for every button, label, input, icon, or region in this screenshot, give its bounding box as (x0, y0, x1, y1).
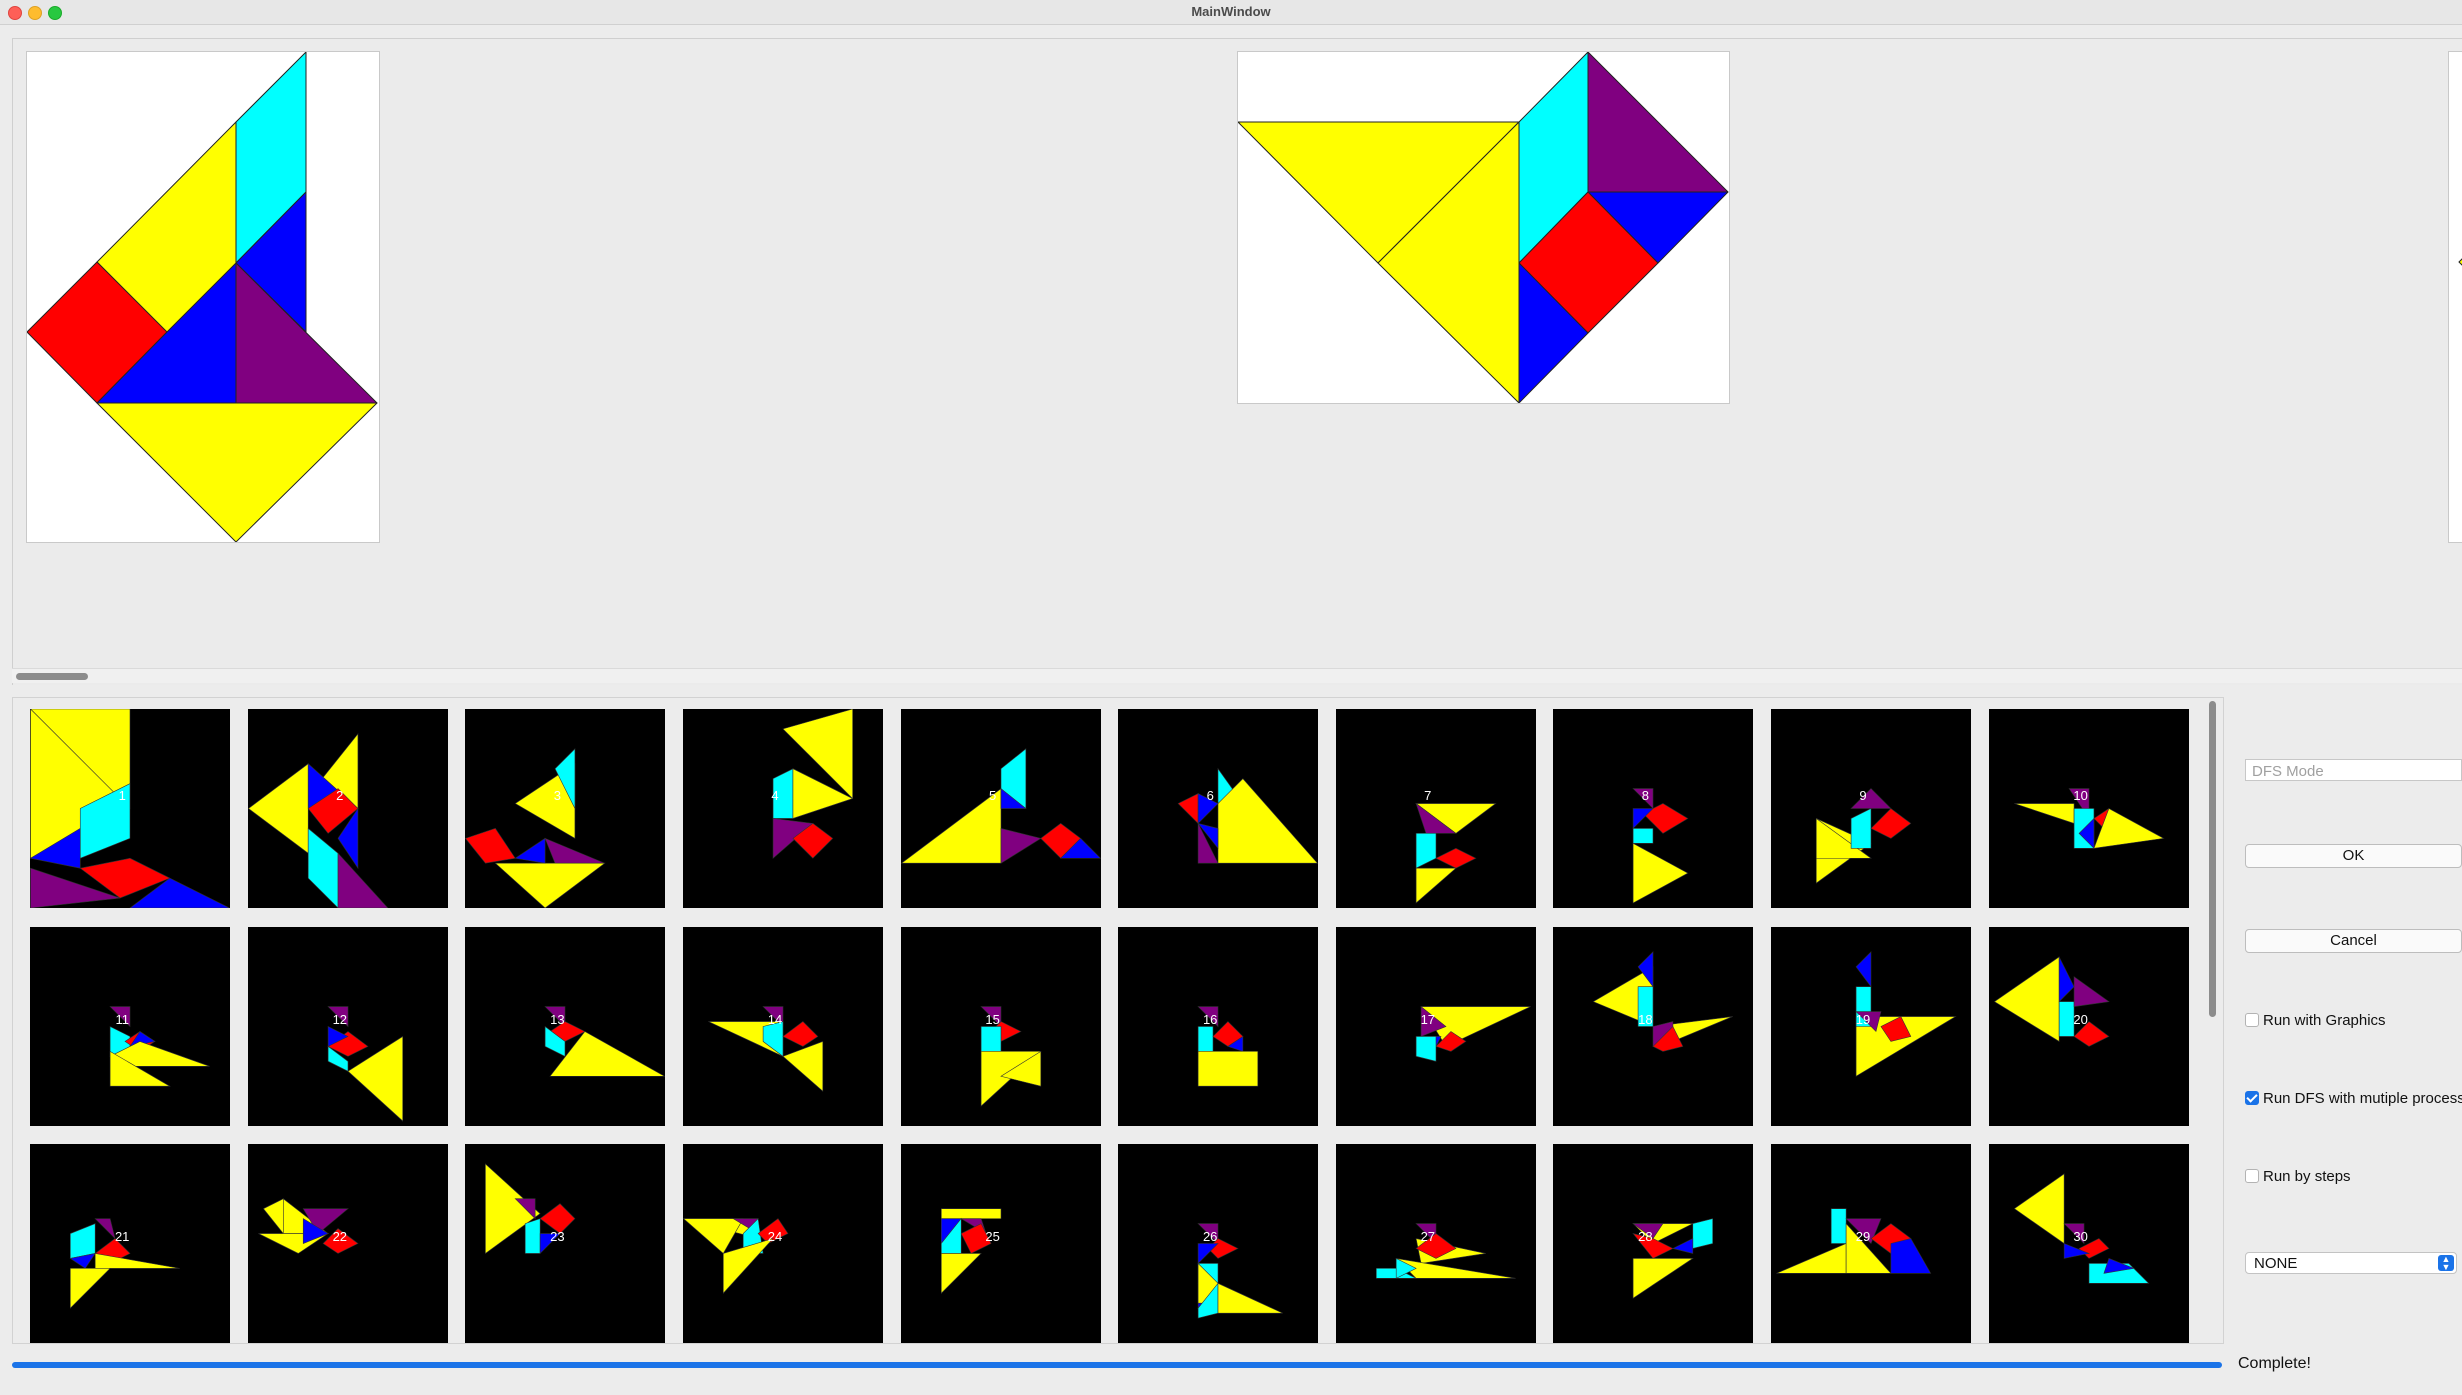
solution-tile[interactable]: 2 (247, 709, 448, 909)
solution-tile[interactable]: 8 (1553, 709, 1754, 909)
solution-tile[interactable]: 27 (1335, 1144, 1536, 1343)
solution-preview-area (12, 38, 2462, 685)
tangram-shape (1415, 802, 1497, 904)
tile-number: 21 (114, 1229, 130, 1245)
solution-tile[interactable]: 11 (30, 926, 231, 1126)
tile-number: 9 (1859, 788, 1867, 804)
tile-number: 8 (1641, 788, 1649, 804)
checkbox-box[interactable] (2245, 1091, 2259, 1105)
solution-tile[interactable]: 30 (1988, 1144, 2189, 1343)
solution-tile[interactable]: 19 (1771, 926, 1971, 1126)
tangram-preview-2 (1237, 51, 1730, 404)
tile-number: 25 (985, 1229, 1000, 1245)
solution-tile[interactable]: 4 (683, 709, 883, 909)
tile-number: 20 (2073, 1011, 2088, 1027)
window-title: MainWindow (1191, 4, 1271, 19)
solution-tile[interactable]: 1 (30, 709, 231, 909)
solution-tile[interactable]: 22 (247, 1144, 448, 1343)
title-bar: MainWindow (0, 0, 2462, 25)
tile-number: 4 (771, 788, 779, 804)
tile-number: 22 (332, 1229, 348, 1245)
tile-number: 28 (1638, 1229, 1653, 1245)
solution-tile[interactable]: 16 (1118, 926, 1319, 1126)
solution-tile[interactable]: 9 (1771, 709, 1971, 909)
tangram-shape (772, 709, 854, 860)
solution-tile[interactable]: 25 (900, 1144, 1101, 1343)
solution-tile[interactable]: 26 (1118, 1144, 1319, 1343)
solution-tile[interactable]: 20 (1988, 926, 2189, 1126)
run-by-steps-checkbox[interactable]: Run by steps (2245, 1168, 2351, 1185)
solutions-grid: 1 2 3 4 5 6 7 8 9 10 11 12 13 14 15 16 17 18 19 20 21 22 23 24 2… (12, 697, 2224, 1344)
tile-number: 5 (988, 788, 997, 804)
tile-number: 11 (115, 1011, 129, 1027)
tangram-shape (2013, 788, 2165, 850)
tangram-shape (1177, 767, 1319, 864)
tile-number: 17 (1420, 1011, 1436, 1027)
chevron-updown-icon: ▲ ▼ (2438, 1255, 2454, 1272)
tile-number: 2 (336, 788, 344, 804)
tile-number: 18 (1638, 1011, 1653, 1027)
tangram-shape (1632, 788, 1689, 904)
solution-tile[interactable]: 24 (683, 1144, 883, 1343)
dfs-mode-input[interactable]: DFS Mode (2245, 759, 2462, 781)
tile-number: 26 (1202, 1229, 1218, 1245)
status-text: Complete! (2238, 1355, 2311, 1372)
run-by-steps-label: Run by steps (2263, 1168, 2351, 1185)
tile-number: 13 (550, 1011, 565, 1027)
ok-button[interactable]: OK (2245, 844, 2462, 868)
tile-number: 3 (553, 788, 561, 804)
solution-tile[interactable]: 10 (1988, 709, 2189, 909)
tile-number: 14 (767, 1011, 783, 1027)
solution-tile[interactable]: 3 (465, 709, 666, 909)
tile-number: 29 (1855, 1229, 1871, 1245)
tile-number: 16 (1202, 1011, 1218, 1027)
solution-tile[interactable]: 23 (465, 1144, 666, 1343)
run-dfs-label: Run DFS with mutiple process (2263, 1090, 2462, 1107)
tile-number: 30 (2073, 1229, 2088, 1245)
cancel-button[interactable]: Cancel (2245, 929, 2462, 953)
solution-tile[interactable]: 14 (683, 926, 883, 1126)
solution-tile[interactable]: 15 (900, 926, 1101, 1126)
solution-tile[interactable]: 18 (1553, 926, 1754, 1126)
tangram-preview-3 (2448, 51, 2462, 543)
tile-number: 6 (1206, 788, 1214, 804)
solution-tile[interactable]: 7 (1335, 709, 1536, 909)
tangram-shape (900, 748, 1101, 864)
tile-number: 7 (1424, 788, 1432, 804)
tangram-shape (1815, 788, 1912, 884)
tile-number: 10 (2073, 788, 2088, 804)
tangram-preview-1 (26, 51, 380, 543)
scrollbar-thumb[interactable] (16, 673, 88, 680)
tile-number: 24 (767, 1229, 783, 1245)
tangram-shape (30, 709, 230, 909)
solution-tile[interactable]: 21 (30, 1144, 231, 1343)
solution-tile[interactable]: 6 (1118, 709, 1319, 909)
run-with-graphics-checkbox[interactable]: Run with Graphics (2245, 1012, 2386, 1029)
tile-number: 19 (1855, 1011, 1871, 1027)
scrollbar-thumb[interactable] (2209, 701, 2216, 1017)
control-panel: DFS Mode OK Cancel Run with Graphics Run… (2245, 697, 2462, 1357)
run-with-graphics-label: Run with Graphics (2263, 1012, 2386, 1029)
tile-number: 23 (550, 1229, 565, 1245)
solution-tile[interactable]: 29 (1771, 1144, 1971, 1343)
solution-tile[interactable]: 12 (247, 926, 448, 1126)
run-dfs-multiple-process-checkbox[interactable]: Run DFS with mutiple process (2245, 1090, 2462, 1107)
tile-number: 27 (1420, 1229, 1436, 1245)
tile-number: 15 (985, 1011, 1000, 1027)
tangram-shape (465, 748, 607, 909)
strategy-select[interactable]: NONE ▲ ▼ (2245, 1252, 2457, 1274)
tangram-shape (247, 733, 389, 909)
tile-number: 12 (332, 1011, 348, 1027)
grid-vertical-scrollbar[interactable] (2206, 701, 2218, 1341)
preview-horizontal-scrollbar[interactable] (12, 668, 2462, 683)
solution-tile[interactable]: 5 (900, 709, 1101, 909)
progress-bar (12, 1362, 2222, 1368)
checkbox-box[interactable] (2245, 1013, 2259, 1027)
select-value: NONE (2254, 1255, 2298, 1272)
tile-number: 1 (118, 788, 126, 804)
solution-tile[interactable]: 13 (465, 926, 666, 1126)
checkbox-box[interactable] (2245, 1169, 2259, 1183)
solution-tile[interactable]: 17 (1335, 926, 1536, 1126)
solution-tile[interactable]: 28 (1553, 1144, 1754, 1343)
